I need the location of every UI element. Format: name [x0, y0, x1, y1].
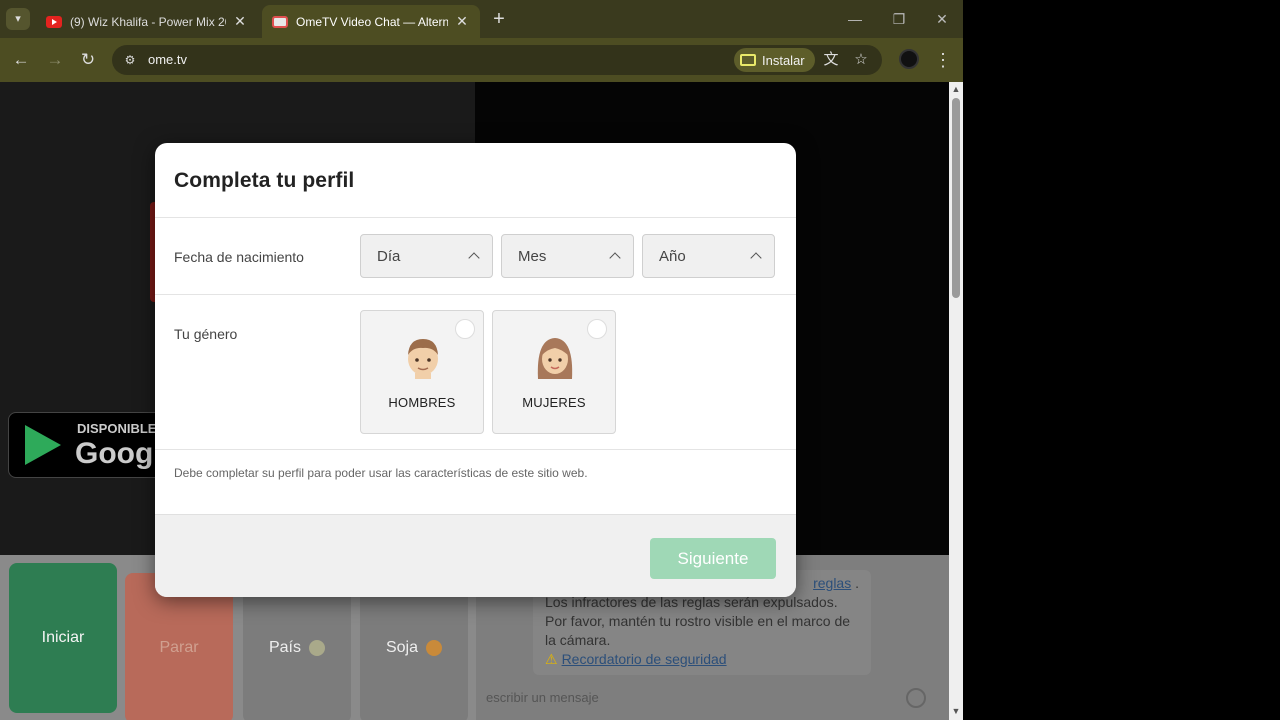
profile-note: Debe completar su perfil para poder usar… — [174, 466, 588, 480]
gender-option-label: HOMBRES — [388, 395, 456, 410]
radio-button[interactable] — [455, 319, 475, 339]
divider — [155, 449, 796, 450]
chat-line: la cámara. — [545, 632, 611, 648]
gender-option-female[interactable]: MUJERES — [492, 310, 616, 434]
tab-ometv[interactable]: OmeTV Video Chat — Alternati ✕ — [262, 5, 480, 38]
tab-title: (9) Wiz Khalifa - Power Mix 201 — [70, 14, 226, 29]
toolbar: ← → ↻ ⚙ ome.tv Instalar 文 ☆ ⋮ — [0, 38, 963, 82]
badge-small-text: DISPONIBLE — [77, 421, 157, 436]
birthdate-label: Fecha de nacimiento — [174, 249, 304, 265]
url-text[interactable]: ome.tv — [148, 52, 187, 67]
profile-avatar[interactable] — [899, 49, 919, 69]
install-icon — [740, 54, 756, 66]
install-button[interactable]: Instalar — [734, 48, 815, 72]
close-icon[interactable]: ✕ — [232, 13, 248, 30]
chevron-up-icon — [468, 252, 480, 264]
chevron-up-icon — [750, 252, 762, 264]
start-button[interactable]: Iniciar — [9, 563, 117, 713]
minimize-button[interactable]: — — [840, 8, 870, 30]
month-select[interactable]: Mes — [501, 234, 634, 278]
emoji-icon[interactable] — [906, 688, 926, 708]
gender-label: Tu género — [174, 326, 238, 342]
tab-strip: ▾ (9) Wiz Khalifa - Power Mix 201 ✕ OmeT… — [0, 0, 963, 38]
month-select-value: Mes — [518, 247, 547, 265]
modal-title: Completa tu perfil — [174, 169, 355, 192]
country-label: País — [268, 639, 301, 656]
gender-label: Soja — [385, 639, 419, 656]
woman-avatar-icon — [537, 338, 573, 379]
close-window-button[interactable]: ✕ — [927, 8, 957, 30]
install-label: Instalar — [762, 52, 805, 68]
restore-button[interactable]: ❐ — [884, 8, 914, 30]
tab-title: OmeTV Video Chat — Alternati — [296, 14, 448, 29]
warning-icon: ⚠ — [545, 651, 558, 667]
safety-reminder-link[interactable]: Recordatorio de seguridad — [562, 651, 727, 667]
screen: ▾ (9) Wiz Khalifa - Power Mix 201 ✕ OmeT… — [0, 0, 1280, 720]
close-icon[interactable]: ✕ — [454, 13, 470, 30]
menu-kebab-icon[interactable]: ⋮ — [933, 48, 953, 72]
next-button[interactable]: Siguiente — [650, 538, 776, 579]
day-select-value: Día — [377, 247, 401, 265]
back-button[interactable]: ← — [9, 48, 33, 72]
man-avatar-icon — [408, 339, 438, 379]
reload-button[interactable]: ↻ — [76, 48, 100, 72]
radio-button[interactable] — [587, 319, 607, 339]
scrollbar-thumb[interactable] — [952, 98, 960, 298]
ometv-icon — [272, 15, 288, 28]
badge-big-text: Googl — [75, 437, 162, 470]
modal-footer: Siguiente — [155, 514, 796, 597]
day-select[interactable]: Día — [360, 234, 493, 278]
rules-link[interactable]: reglas — [813, 575, 851, 591]
browser-window: ▾ (9) Wiz Khalifa - Power Mix 201 ✕ OmeT… — [0, 0, 963, 720]
scroll-up-icon[interactable]: ▲ — [951, 84, 961, 94]
translate-icon[interactable]: 文 — [820, 49, 842, 71]
globe-icon — [309, 640, 325, 656]
site-info-icon[interactable]: ⚙ — [122, 52, 138, 68]
face-emoji-icon — [426, 640, 443, 656]
year-select-value: Año — [659, 247, 686, 265]
chat-input[interactable]: escribir un mensaje — [486, 683, 932, 713]
year-select[interactable]: Año — [642, 234, 775, 278]
divider — [155, 294, 796, 295]
bookmark-star-icon[interactable]: ☆ — [850, 49, 872, 71]
tab-search-button[interactable]: ▾ — [6, 8, 30, 30]
chat-line: Por favor, mantén tu rostro visible en e… — [545, 613, 851, 629]
address-bar[interactable]: ⚙ ome.tv Instalar 文 ☆ — [112, 45, 882, 75]
new-tab-button[interactable]: + — [488, 8, 510, 30]
tab-youtube[interactable]: (9) Wiz Khalifa - Power Mix 201 ✕ — [36, 5, 258, 38]
youtube-icon — [46, 15, 62, 28]
scroll-down-icon[interactable]: ▼ — [951, 706, 961, 716]
gender-option-male[interactable]: HOMBRES — [360, 310, 484, 434]
profile-modal: Completa tu perfil Fecha de nacimiento D… — [155, 143, 796, 597]
safety-row: ⚠ Recordatorio de seguridad — [545, 650, 859, 669]
divider — [155, 217, 796, 218]
chevron-up-icon — [609, 252, 621, 264]
google-play-badge[interactable]: DISPONIBLE Googl — [8, 412, 168, 478]
gender-option-label: MUJERES — [522, 395, 586, 410]
page-scrollbar[interactable]: ▲ ▼ — [949, 82, 963, 720]
forward-button[interactable]: → — [43, 48, 67, 72]
google-play-icon — [25, 425, 61, 465]
